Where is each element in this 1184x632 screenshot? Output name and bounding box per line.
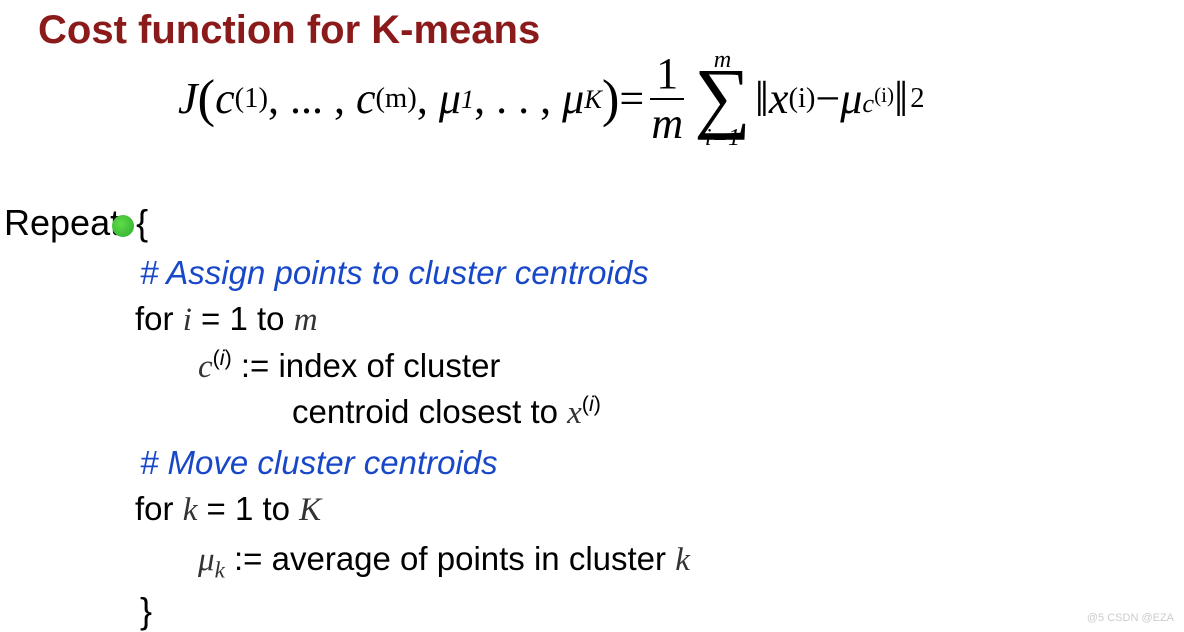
for-loop-k: for k = 1 to K: [135, 490, 321, 529]
paren-open: (: [198, 69, 216, 129]
for1-i: i: [183, 302, 192, 338]
formula-J: J: [178, 73, 198, 124]
for1-a: for: [135, 300, 183, 337]
norm-close: ‖: [894, 70, 908, 128]
cent-a: centroid closest to: [292, 393, 567, 430]
repeat-label: Repeat {: [4, 202, 148, 244]
frac-num: 1: [650, 52, 684, 100]
brace-close: }: [140, 590, 152, 632]
ci-c: c: [198, 349, 213, 385]
ci-assign: := index of cluster: [232, 347, 501, 384]
norm-open: ‖: [755, 70, 769, 128]
repeat-text: Repeat: [4, 202, 120, 243]
cursor-dot-icon: [112, 215, 134, 237]
for2-k: k: [183, 492, 198, 528]
args-dots-1: , ... ,: [268, 73, 345, 124]
muk-assign: := average of points in cluster: [225, 540, 675, 577]
comma-1: ,: [417, 73, 439, 124]
fraction-1-over-m: 1 m: [650, 52, 684, 146]
brace-open: {: [136, 202, 148, 243]
cost-function-formula: J ( c(1) , ... , c(m) , μ1 , . . , μK ) …: [178, 48, 925, 150]
muK: μ: [562, 73, 584, 124]
muk-k-sub: k: [215, 557, 225, 583]
arg-c1: c: [215, 73, 235, 124]
mu-c-i: μ: [840, 73, 862, 124]
arg-cm: c: [356, 73, 376, 124]
assign-mu-k: μk := average of points in cluster k: [198, 540, 690, 579]
for-loop-i: for i = 1 to m: [135, 300, 318, 339]
sigma-symbol: ∑: [694, 66, 750, 129]
frac-den: m: [651, 100, 683, 146]
paren-close: ): [602, 69, 620, 129]
assign-c-i: c((i)i) := index of cluster: [198, 346, 500, 386]
muk-k-end: k: [675, 542, 690, 578]
cent-x: x: [567, 395, 582, 431]
muk-mu: μ: [198, 542, 215, 578]
mu-c-sub: c(i): [862, 95, 894, 103]
x-i: x: [769, 73, 789, 124]
cent-x-sup: (i): [582, 392, 601, 416]
for1-m: m: [294, 302, 318, 338]
for2-b: = 1 to: [197, 490, 299, 527]
mu-c-sub-sup: (i): [874, 83, 894, 107]
for2-K: K: [299, 492, 321, 528]
for1-b: = 1 to: [192, 300, 294, 337]
minus: −: [815, 73, 840, 124]
ci-sup: ((i)i): [213, 346, 232, 370]
for2-a: for: [135, 490, 183, 527]
comment-assign: # Assign points to cluster centroids: [140, 254, 649, 292]
watermark: @5 CSDN @EZA: [1087, 612, 1174, 624]
centroid-closest: centroid closest to x(i): [292, 392, 601, 432]
args-dots-2: , . . ,: [474, 73, 551, 124]
mu1: μ: [439, 73, 461, 124]
equals: =: [619, 73, 644, 124]
slide-title: Cost function for K-means: [38, 8, 540, 53]
comment-move: # Move cluster centroids: [140, 444, 498, 482]
sigma-bot: i=1: [705, 126, 740, 150]
summation: m ∑ i=1: [694, 48, 750, 150]
